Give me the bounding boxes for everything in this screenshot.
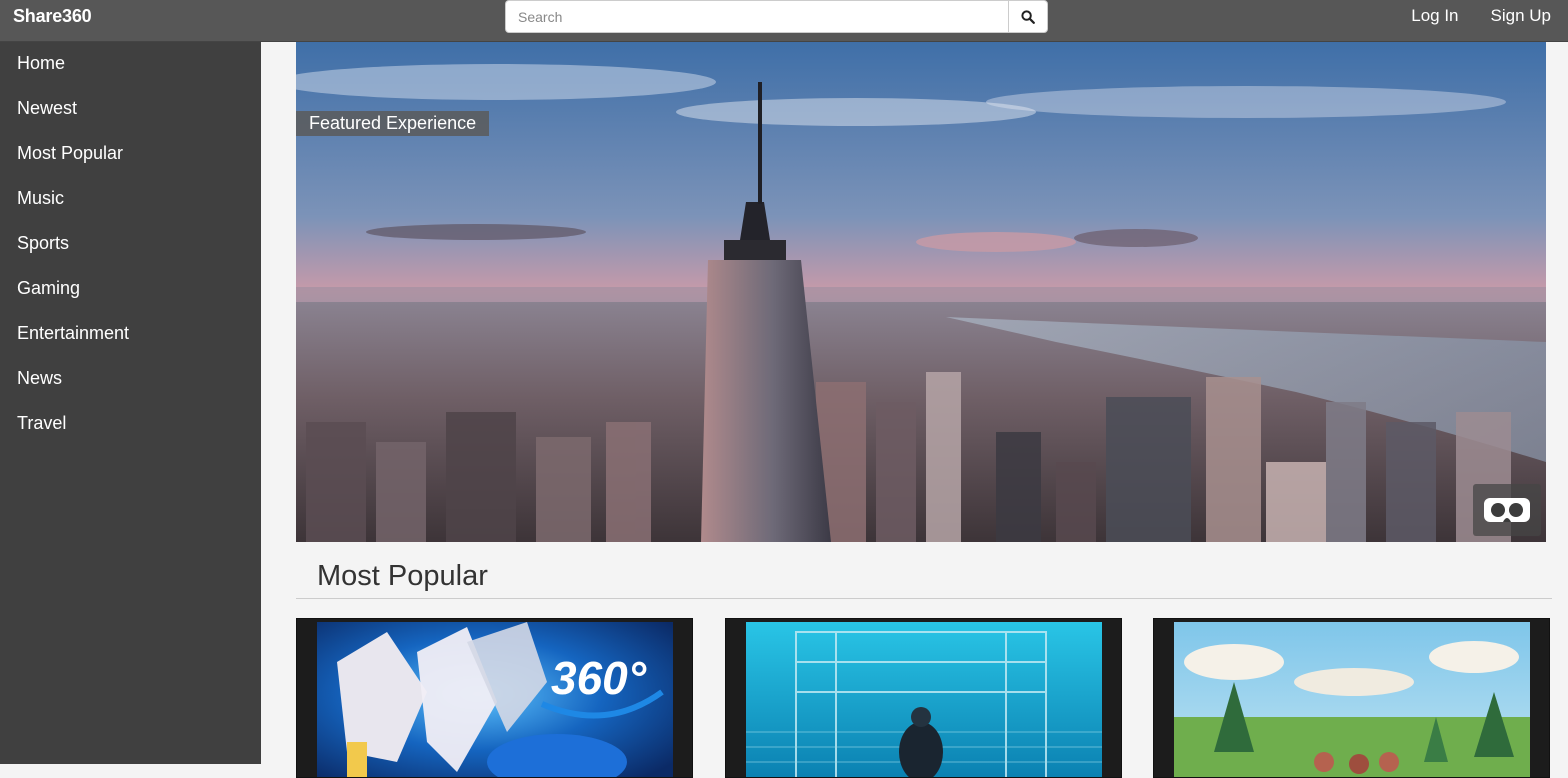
video-thumbnail bbox=[746, 622, 1102, 777]
featured-badge: Featured Experience bbox=[296, 111, 490, 136]
search-icon bbox=[1021, 9, 1035, 24]
sidebar-item-music[interactable]: Music bbox=[0, 177, 261, 222]
brand-logo[interactable]: Share360 bbox=[13, 6, 92, 27]
sidebar-item-entertainment[interactable]: Entertainment bbox=[0, 312, 261, 357]
video-thumbnail: 360° bbox=[317, 622, 673, 777]
search-button[interactable] bbox=[1008, 0, 1048, 33]
video-card[interactable] bbox=[1153, 618, 1550, 778]
search-bar bbox=[505, 0, 1048, 33]
auth-links: Log In Sign Up bbox=[1411, 6, 1551, 26]
thumb-360-text: 360° bbox=[551, 652, 647, 704]
sidebar-item-news[interactable]: News bbox=[0, 357, 261, 402]
vr-headset-icon bbox=[1484, 498, 1530, 522]
section-divider bbox=[296, 598, 1552, 599]
top-navbar: Share360 Log In Sign Up bbox=[0, 0, 1568, 42]
video-card[interactable]: 360° bbox=[296, 618, 693, 778]
sidebar-item-most-popular[interactable]: Most Popular bbox=[0, 132, 261, 177]
video-card[interactable] bbox=[725, 618, 1122, 778]
login-link[interactable]: Log In bbox=[1411, 6, 1458, 26]
featured-video[interactable]: Featured Experience bbox=[296, 42, 1546, 542]
section-title-most-popular: Most Popular bbox=[317, 560, 488, 592]
sidebar-item-sports[interactable]: Sports bbox=[0, 222, 261, 267]
sidebar-item-travel[interactable]: Travel bbox=[0, 402, 261, 447]
signup-link[interactable]: Sign Up bbox=[1491, 6, 1551, 26]
sidebar-item-home[interactable]: Home bbox=[0, 42, 261, 87]
search-input[interactable] bbox=[505, 0, 1008, 33]
sidebar-item-newest[interactable]: Newest bbox=[0, 87, 261, 132]
video-thumbnail bbox=[1174, 622, 1530, 777]
sidebar-item-gaming[interactable]: Gaming bbox=[0, 267, 261, 312]
sidebar-nav: Home Newest Most Popular Music Sports Ga… bbox=[0, 42, 261, 764]
vr-mode-button[interactable] bbox=[1473, 484, 1541, 536]
